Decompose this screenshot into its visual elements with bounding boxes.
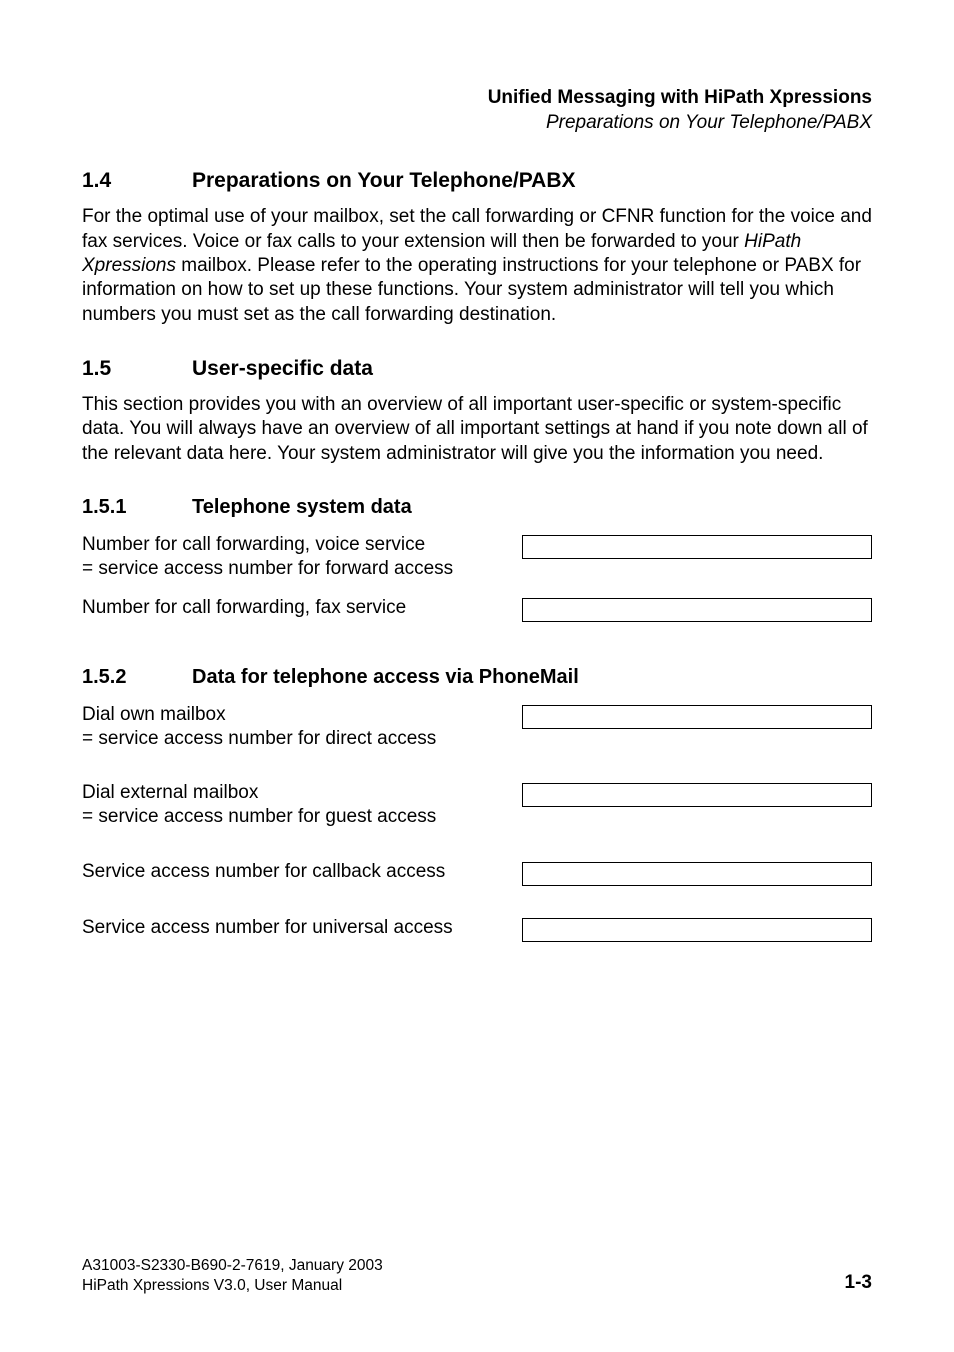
para-1-5: This section provides you with an overvi… xyxy=(82,393,872,466)
input-external-mailbox[interactable] xyxy=(522,783,872,807)
section-number: 1.5 xyxy=(82,357,192,381)
field-label-fax: Number for call forwarding, fax service xyxy=(82,596,522,620)
heading-1-5-2: 1.5.2Data for telephone access via Phone… xyxy=(82,666,872,689)
label-line-1: Number for call forwarding, fax service xyxy=(82,597,406,618)
footer-line-1: A31003-S2330-B690-2-7619, January 2003 xyxy=(82,1257,383,1274)
section-title: Telephone system data xyxy=(192,496,412,518)
label-line-1: Dial external mailbox xyxy=(82,782,258,803)
section-title: User-specific data xyxy=(192,357,373,380)
field-row-fax: Number for call forwarding, fax service xyxy=(82,596,872,622)
label-line-1: Service access number for callback acces… xyxy=(82,861,445,882)
section-number: 1.5.1 xyxy=(82,496,192,519)
footer-left: A31003-S2330-B690-2-7619, January 2003 H… xyxy=(82,1256,383,1296)
input-own-mailbox[interactable] xyxy=(522,705,872,729)
field-label-universal: Service access number for universal acce… xyxy=(82,916,522,940)
label-line-2: = service access number for forward acce… xyxy=(82,558,453,579)
field-label-ext: Dial external mailbox = service access n… xyxy=(82,781,522,830)
page-header: Unified Messaging with HiPath Xpressions… xyxy=(82,86,872,135)
heading-1-4: 1.4Preparations on Your Telephone/PABX xyxy=(82,169,872,193)
page-number: 1-3 xyxy=(845,1271,872,1296)
field-row-external-mailbox: Dial external mailbox = service access n… xyxy=(82,781,872,830)
input-voice-forwarding[interactable] xyxy=(522,535,872,559)
label-line-2: = service access number for direct acces… xyxy=(82,728,436,749)
section-number: 1.4 xyxy=(82,169,192,193)
label-line-1: Number for call forwarding, voice servic… xyxy=(82,534,425,555)
label-line-2: = service access number for guest access xyxy=(82,806,436,827)
para-1-4-b: mailbox. Please refer to the operating i… xyxy=(82,255,861,325)
section-number: 1.5.2 xyxy=(82,666,192,689)
field-label-callback: Service access number for callback acces… xyxy=(82,860,522,884)
section-title: Data for telephone access via PhoneMail xyxy=(192,666,579,688)
field-row-callback: Service access number for callback acces… xyxy=(82,860,872,886)
field-label-voice: Number for call forwarding, voice servic… xyxy=(82,533,522,582)
input-fax-forwarding[interactable] xyxy=(522,598,872,622)
page-footer: A31003-S2330-B690-2-7619, January 2003 H… xyxy=(82,1256,872,1296)
field-row-universal: Service access number for universal acce… xyxy=(82,916,872,942)
section-title: Preparations on Your Telephone/PABX xyxy=(192,169,576,192)
footer-line-2: HiPath Xpressions V3.0, User Manual xyxy=(82,1277,342,1294)
field-label-own: Dial own mailbox = service access number… xyxy=(82,703,522,752)
para-1-4: For the optimal use of your mailbox, set… xyxy=(82,205,872,327)
heading-1-5: 1.5User-specific data xyxy=(82,357,872,381)
header-title: Unified Messaging with HiPath Xpressions xyxy=(82,86,872,111)
field-row-own-mailbox: Dial own mailbox = service access number… xyxy=(82,703,872,752)
heading-1-5-1: 1.5.1Telephone system data xyxy=(82,496,872,519)
input-callback-access[interactable] xyxy=(522,862,872,886)
input-universal-access[interactable] xyxy=(522,918,872,942)
label-line-1: Service access number for universal acce… xyxy=(82,917,453,938)
header-subtitle: Preparations on Your Telephone/PABX xyxy=(82,111,872,136)
label-line-1: Dial own mailbox xyxy=(82,704,226,725)
field-row-voice: Number for call forwarding, voice servic… xyxy=(82,533,872,582)
